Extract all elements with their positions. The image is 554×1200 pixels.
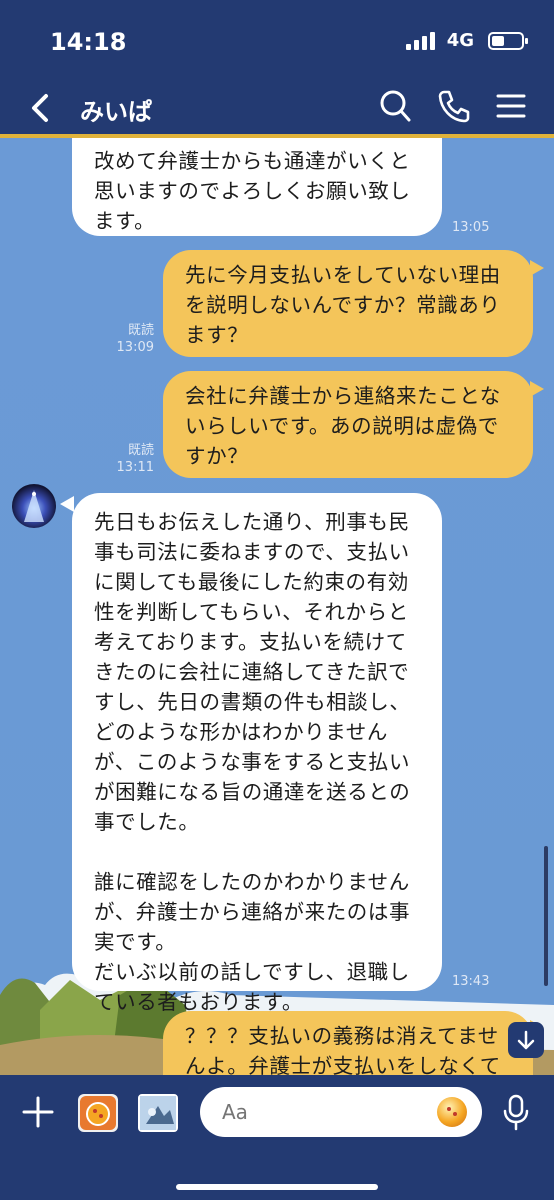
message-meta: 既読 13:11 [104,442,154,476]
scrollbar[interactable] [544,846,548,986]
microphone-icon [503,1094,529,1131]
avatar-image-icon [24,490,44,522]
add-button[interactable] [20,1094,56,1130]
avatar[interactable] [12,484,56,528]
status-indicators: 4G [405,30,528,51]
home-indicator [176,1184,378,1190]
header-bar: 14:18 4G みいぱ [0,0,554,138]
call-button[interactable] [436,88,470,124]
back-button[interactable] [22,88,58,128]
sticker-button[interactable] [437,1097,467,1127]
chat-title[interactable]: みいぱ [80,92,152,127]
camera-icon [80,1096,116,1130]
read-receipt: 既読 [127,323,154,338]
sticker-icon [447,1107,457,1116]
chat-area[interactable]: 改めて弁護士からも通達がいくと 思いますのでよろしくお願い致し ます。 13:0… [0,138,554,1075]
bubble-tail [530,260,544,276]
message-bubble-outgoing[interactable]: ？？？支払いの義務は消えてませ んよ。弁護士が支払いをしなくて [163,1011,533,1075]
message-time: 13:11 [116,460,154,475]
search-button[interactable] [378,88,412,124]
image-icon [140,1096,176,1130]
message-bubble-outgoing[interactable]: 会社に弁護士から連絡来たことな いらしいです。あの説明は虚偽で すか？ [163,371,533,478]
signal-icon [405,31,435,50]
image-button[interactable] [138,1094,178,1132]
battery-icon [488,31,528,50]
message-bubble-incoming[interactable]: 先日もお伝えした通り、刑事も民 事も司法に委ねますので、支払い に関しても最後に… [72,493,442,1014]
chevron-left-icon [32,94,48,122]
hamburger-menu-icon [496,94,526,118]
scroll-to-bottom-button[interactable] [508,1022,544,1058]
message-bubble-outgoing[interactable]: 先に今月支払いをしていない理由 を説明しないんですか？常識あり ます？ [163,250,533,357]
plus-icon [22,1096,54,1128]
bubble-tail [530,381,544,397]
microphone-button[interactable] [502,1094,530,1132]
phone-icon [438,90,470,123]
message-time: 13:43 [452,974,490,989]
network-type: 4G [446,30,474,51]
message-time: 13:09 [116,340,154,355]
menu-button[interactable] [494,88,528,124]
camera-button[interactable] [78,1094,118,1132]
message-time: 13:05 [452,220,490,235]
search-icon [380,90,411,122]
read-receipt: 既読 [127,443,154,458]
message-meta: 既読 13:09 [104,322,154,356]
status-time: 14:18 [50,28,127,56]
arrow-down-icon [517,1030,535,1050]
message-bubble-incoming[interactable]: 改めて弁護士からも通達がいくと 思いますのでよろしくお願い致し ます。 [72,138,442,236]
bubble-tail [60,496,74,512]
